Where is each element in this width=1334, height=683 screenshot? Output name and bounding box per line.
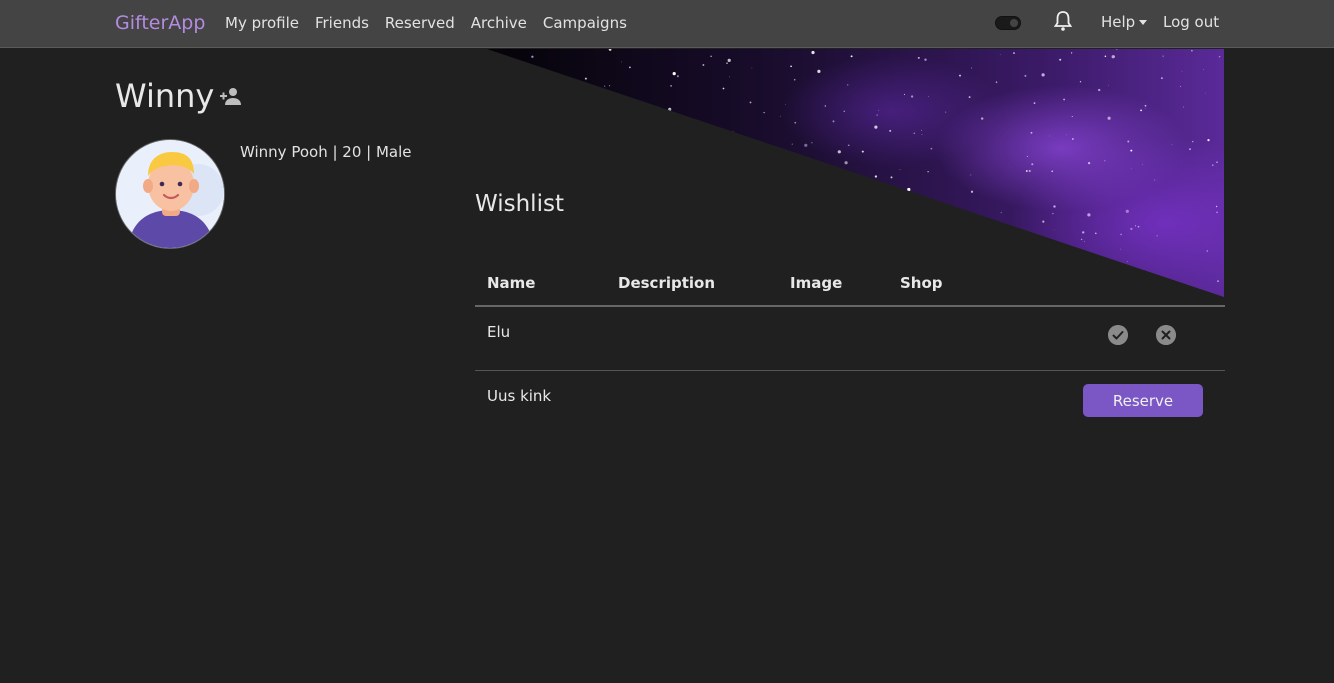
column-name: Name	[487, 274, 536, 292]
help-label: Help	[1101, 13, 1136, 31]
wishlist-table: Name Description Image Shop Elu Uus kink…	[475, 262, 1225, 435]
close-circle-icon[interactable]	[1156, 325, 1176, 345]
nav-links: My profile Friends Reserved Archive Camp…	[225, 14, 643, 32]
table-header: Name Description Image Shop	[475, 262, 1225, 307]
reserve-button[interactable]: Reserve	[1083, 384, 1203, 417]
nav-reserved[interactable]: Reserved	[385, 14, 455, 32]
help-dropdown[interactable]: Help	[1101, 13, 1148, 31]
bell-icon[interactable]	[1053, 10, 1073, 32]
nav-archive[interactable]: Archive	[471, 14, 527, 32]
brand-logo[interactable]: GifterApp	[115, 12, 205, 34]
space-banner-image	[487, 49, 1224, 297]
column-shop: Shop	[900, 274, 943, 292]
nav-my-profile[interactable]: My profile	[225, 14, 299, 32]
check-circle-icon[interactable]	[1108, 325, 1128, 345]
avatar	[115, 139, 225, 249]
column-description: Description	[618, 274, 716, 292]
column-image: Image	[790, 274, 843, 292]
chevron-down-icon	[1139, 19, 1148, 25]
profile-info: Winny Pooh | 20 | Male	[240, 143, 412, 161]
table-row: Uus kink Reserve	[475, 371, 1225, 435]
profile-name: Winny	[115, 77, 215, 115]
table-row: Elu	[475, 307, 1225, 371]
wishlist-title: Wishlist	[475, 191, 564, 217]
dark-mode-toggle[interactable]	[995, 16, 1021, 30]
navbar: GifterApp My profile Friends Reserved Ar…	[0, 0, 1334, 48]
nav-campaigns[interactable]: Campaigns	[543, 14, 627, 32]
add-friend-icon[interactable]	[219, 86, 243, 108]
item-name: Elu	[487, 323, 511, 341]
item-name: Uus kink	[487, 387, 552, 405]
logout-link[interactable]: Log out	[1163, 13, 1219, 31]
nav-friends[interactable]: Friends	[315, 14, 369, 32]
